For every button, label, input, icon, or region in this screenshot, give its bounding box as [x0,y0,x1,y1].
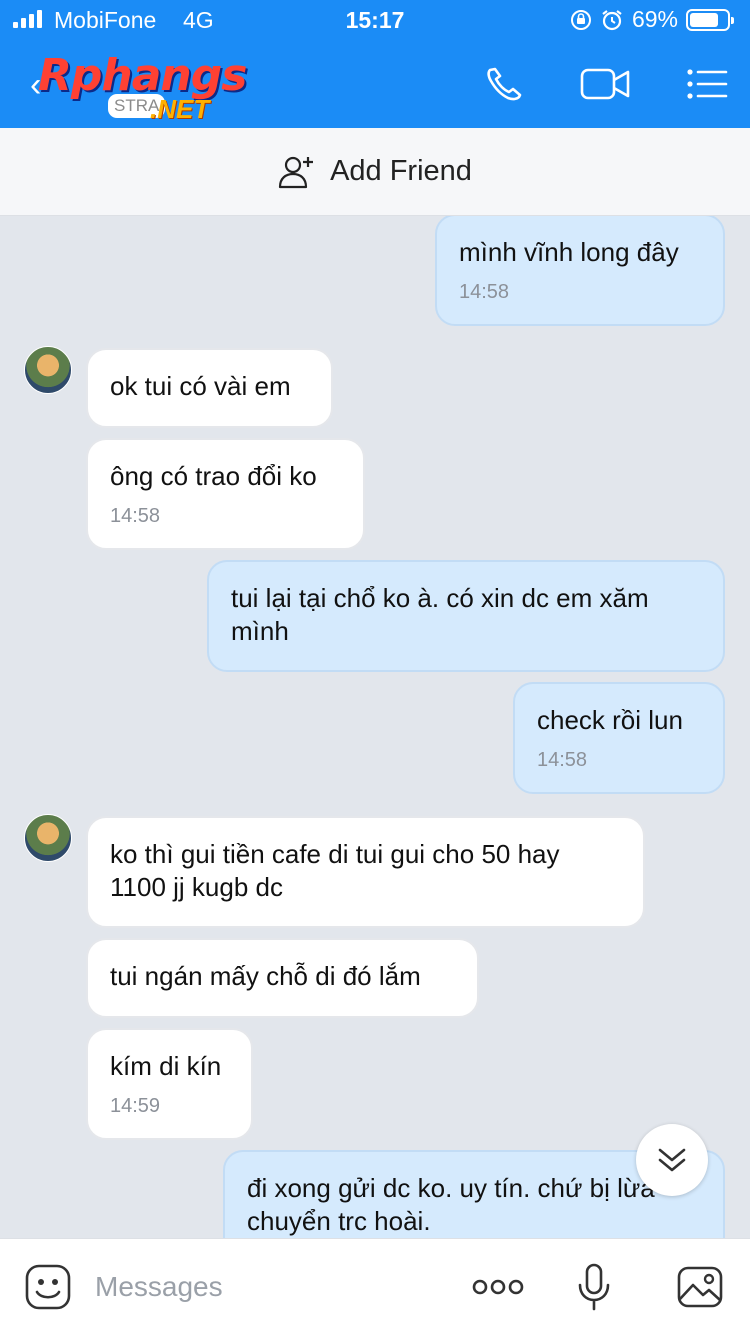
message-bubble-outgoing[interactable]: check rồi lun 14:58 [513,682,725,794]
add-friend-label: Add Friend [330,155,472,187]
message-list[interactable]: mình vĩnh long đây 14:58 ok tui có vài e… [0,216,750,1238]
message-time: 14:58 [110,505,161,527]
message-bubble-incoming[interactable]: ông có trao đổi ko 14:58 [86,438,365,550]
microphone-icon[interactable] [576,1263,612,1311]
add-friend-bar[interactable]: Add Friend [0,128,750,216]
avatar[interactable] [24,346,72,394]
message-text: tui ngán mấy chỗ di đó lắm [110,961,421,991]
status-bar: MobiFone 4G 15:17 69% [0,0,750,40]
message-text: ông có trao đổi ko [110,461,317,491]
more-icon[interactable] [470,1263,526,1311]
message-input[interactable]: Messages [95,1271,223,1303]
status-right: 69% [570,6,734,33]
message-bubble-outgoing[interactable]: tui lại tại chổ ko à. có xin dc em xăm m… [207,560,725,672]
battery-icon [686,8,734,31]
battery-percent: 69% [631,6,678,32]
menu-icon[interactable] [684,64,732,104]
message-text: kím di kín [110,1051,222,1081]
phone-icon[interactable] [482,64,530,104]
message-text: check rồi lun [537,705,683,735]
message-time: 14:58 [537,749,588,771]
chat-header: ‹ Rphangs STRA .NET [0,40,750,128]
message-bubble-incoming[interactable]: ok tui có vài em [86,348,333,428]
message-time: 14:59 [110,1095,161,1117]
video-call-icon[interactable] [580,64,632,104]
message-text: đi xong gửi dc ko. uy tín. chứ bị lừa ch… [247,1173,655,1236]
double-chevron-down-icon [658,1148,686,1172]
sticker-icon[interactable] [24,1263,72,1311]
image-icon[interactable] [676,1263,724,1311]
message-text: ko thì gui tiền cafe di tui gui cho 50 h… [110,839,560,902]
add-friend-icon [278,156,314,188]
message-bubble-incoming[interactable]: kím di kín 14:59 [86,1028,253,1140]
message-time: 14:58 [459,281,510,303]
logo-net-text: .NET [150,94,210,124]
alarm-icon [602,9,622,30]
message-text: tui lại tại chổ ko à. có xin dc em xăm m… [231,583,649,646]
scroll-to-bottom-button[interactable] [636,1124,708,1196]
message-bubble-incoming[interactable]: ko thì gui tiền cafe di tui gui cho 50 h… [86,816,645,928]
top-bar: MobiFone 4G 15:17 69% ‹ Rphangs STRA .NE… [0,0,750,128]
watermark-logo: Rphangs STRA .NET [38,50,268,130]
message-text: ok tui có vài em [110,371,291,401]
message-bubble-incoming[interactable]: tui ngán mấy chỗ di đó lắm [86,938,479,1018]
avatar[interactable] [24,814,72,862]
message-input-bar: Messages [0,1238,750,1334]
message-bubble-outgoing[interactable]: mình vĩnh long đây 14:58 [435,216,725,326]
orientation-lock-icon [570,9,591,30]
message-text: mình vĩnh long đây [459,237,679,267]
